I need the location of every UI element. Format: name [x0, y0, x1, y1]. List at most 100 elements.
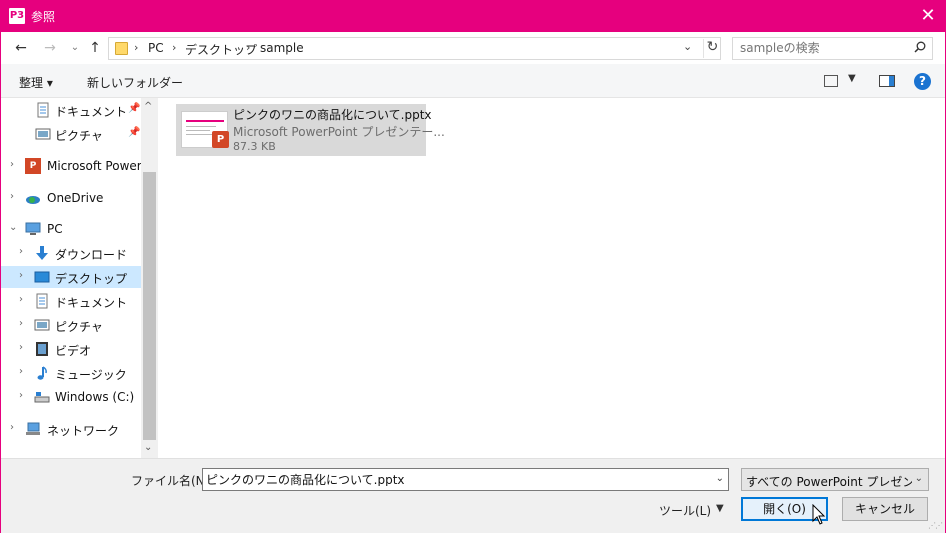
tree-item-documents[interactable]: › ドキュメント — [1, 290, 141, 312]
help-icon[interactable]: ? — [914, 73, 931, 90]
mouse-cursor-icon — [812, 504, 826, 525]
chevron-down-icon[interactable]: ⌄ — [716, 473, 724, 484]
tree-item-label: ドキュメント — [55, 296, 128, 310]
chevron-down-icon[interactable]: ⌄ — [683, 40, 692, 53]
powerpoint-icon: P — [212, 131, 229, 148]
chevron-right-icon[interactable]: › — [19, 318, 23, 329]
file-tile[interactable]: P ピンクのワニの商品化について.pptx Microsoft PowerPoi… — [176, 104, 445, 156]
tree-item-windows-c[interactable]: › Windows (C:) — [1, 386, 141, 408]
tree-item-network[interactable]: › ネットワーク — [1, 418, 141, 440]
search-icon — [914, 41, 926, 53]
file-name: ピンクのワニの商品化について.pptx — [233, 108, 432, 122]
document-icon — [36, 293, 48, 309]
search-input[interactable] — [740, 41, 905, 55]
title-bar: P3 参照 ✕ — [1, 1, 945, 32]
tree-item-downloads[interactable]: › ダウンロード — [1, 242, 141, 264]
chevron-right-icon[interactable]: › — [10, 191, 14, 202]
chevron-right-icon[interactable]: › — [134, 41, 138, 54]
chevron-right-icon[interactable]: › — [246, 41, 250, 54]
video-icon — [36, 342, 48, 356]
chevron-right-icon[interactable]: › — [19, 390, 23, 401]
tree-item-desktop[interactable]: › デスクトップ — [1, 266, 141, 288]
file-list: P ピンクのワニの商品化について.pptx Microsoft PowerPoi… — [158, 98, 945, 458]
pin-icon: 📌 — [128, 103, 141, 114]
desktop-icon — [34, 271, 50, 283]
tree-item-microsoft-powerpoint[interactable]: › P Microsoft PowerP — [1, 155, 149, 177]
tree-item-label: デスクトップ — [55, 272, 128, 286]
dialog-title: 参照 — [31, 10, 56, 24]
music-icon — [37, 366, 47, 380]
powerpoint-app-icon: P3 — [9, 8, 25, 24]
file-open-dialog: P3 参照 ✕ ← → ⌄ ↑ › PC › デスクトップ › sample ⌄… — [0, 0, 946, 533]
tree-item-label: ピクチャ — [55, 320, 103, 334]
tree-item-label: ビデオ — [55, 344, 92, 358]
picture-icon — [35, 128, 51, 140]
tree-item-label: Windows (C:) — [55, 390, 135, 404]
filetype-select[interactable]: すべての PowerPoint プレゼンテーシ ⌄ — [741, 468, 929, 491]
tree-item-videos[interactable]: › ビデオ — [1, 338, 141, 360]
thumbnail-line — [186, 126, 216, 127]
chevron-down-icon[interactable]: ▼ — [716, 503, 724, 514]
picture-icon — [34, 319, 50, 331]
resize-grip-icon[interactable]: ⋰⋰ — [928, 521, 943, 530]
refresh-icon[interactable]: ↻ — [703, 39, 721, 58]
cancel-button[interactable]: キャンセル — [842, 497, 928, 521]
download-icon — [36, 246, 48, 260]
breadcrumb-sample[interactable]: sample — [260, 41, 304, 55]
new-folder-button[interactable]: 新しいフォルダー — [87, 74, 183, 91]
recent-locations-button[interactable]: ⌄ — [67, 40, 83, 56]
tree-item-label: ミュージック — [55, 368, 127, 382]
navigation-bar: ← → ⌄ ↑ › PC › デスクトップ › sample ⌄ ↻ — [1, 32, 945, 64]
close-button[interactable]: ✕ — [911, 1, 945, 32]
tools-button[interactable]: ツール(L) — [659, 502, 711, 519]
tree-item-label: ダウンロード — [55, 248, 128, 262]
chevron-right-icon[interactable]: › — [10, 422, 14, 433]
tree-item-label: OneDrive — [47, 191, 104, 205]
nav-scrollbar[interactable]: ^ ⌄ — [141, 98, 158, 458]
up-button[interactable]: ↑ — [87, 40, 103, 56]
tree-item-label: ピクチャ — [55, 129, 103, 143]
scrollbar-thumb[interactable] — [143, 172, 156, 440]
chevron-right-icon[interactable]: › — [19, 294, 23, 305]
chevron-down-icon[interactable]: ▼ — [848, 73, 856, 84]
thumbnail-line — [186, 134, 213, 135]
scroll-down-icon[interactable]: ⌄ — [144, 442, 152, 453]
dialog-footer: ファイル名(N): ⌄ すべての PowerPoint プレゼンテーシ ⌄ ツー… — [1, 458, 945, 533]
chevron-right-icon[interactable]: › — [19, 246, 23, 257]
tree-item-pictures-quick[interactable]: ピクチャ 📌 — [1, 123, 141, 145]
pin-icon: 📌 — [128, 127, 141, 138]
chevron-down-icon[interactable]: ⌄ — [9, 222, 17, 233]
chevron-down-icon[interactable]: ⌄ — [915, 473, 923, 484]
tree-item-label: PC — [47, 222, 63, 236]
document-icon — [37, 102, 49, 118]
file-size: 87.3 KB — [233, 140, 276, 153]
forward-button[interactable]: → — [42, 40, 58, 56]
chevron-right-icon[interactable]: › — [10, 159, 14, 170]
pc-icon — [25, 222, 41, 235]
powerpoint-icon: P — [25, 158, 41, 174]
preview-pane-icon[interactable] — [879, 75, 895, 87]
address-bar[interactable]: › PC › デスクトップ › sample ⌄ ↻ — [108, 37, 721, 60]
file-type: Microsoft PowerPoint プレゼンテー... — [233, 125, 445, 139]
navigation-pane: ドキュメント 📌 ピクチャ 📌 › P Microsoft PowerP › O… — [1, 98, 158, 458]
back-button[interactable]: ← — [13, 40, 29, 56]
scroll-up-icon[interactable]: ^ — [144, 101, 152, 112]
chevron-right-icon[interactable]: › — [172, 41, 176, 54]
search-box[interactable] — [732, 37, 933, 60]
tree-item-documents-quick[interactable]: ドキュメント 📌 — [1, 99, 141, 121]
folder-icon — [115, 42, 128, 55]
tree-item-pictures[interactable]: › ピクチャ — [1, 314, 141, 336]
tree-item-pc[interactable]: ⌄ PC — [1, 218, 141, 240]
organize-button[interactable]: 整理 ▾ — [19, 74, 53, 91]
filename-input[interactable] — [206, 472, 706, 486]
chevron-right-icon[interactable]: › — [19, 366, 23, 377]
breadcrumb-pc[interactable]: PC — [148, 41, 164, 55]
thumbnail-line — [186, 130, 210, 131]
command-bar: 整理 ▾ 新しいフォルダー ▼ ? — [1, 64, 945, 98]
filename-combobox[interactable]: ⌄ — [202, 468, 729, 491]
chevron-right-icon[interactable]: › — [19, 342, 23, 353]
chevron-right-icon[interactable]: › — [19, 270, 23, 281]
tree-item-music[interactable]: › ミュージック — [1, 362, 141, 384]
tree-item-onedrive[interactable]: › OneDrive — [1, 187, 141, 209]
view-options-icon[interactable] — [824, 75, 838, 87]
